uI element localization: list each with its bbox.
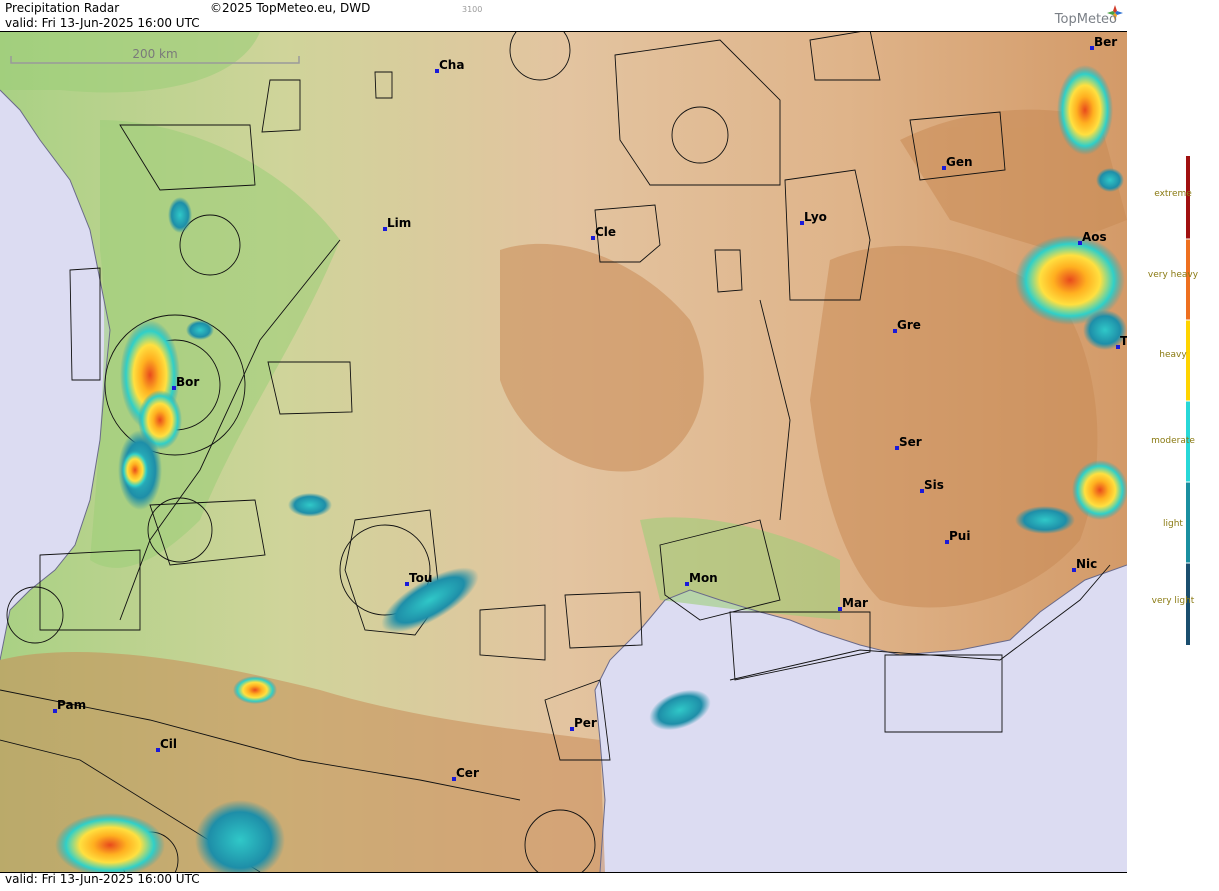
city-marker-lim[interactable]: Lim [383, 216, 411, 231]
city-marker-pui[interactable]: Pui [945, 529, 970, 544]
map-header: Precipitation Radar ©2025 TopMeteo.eu, D… [0, 0, 1127, 32]
city-marker-gen[interactable]: Gen [942, 155, 973, 170]
city-marker-pam[interactable]: Pam [53, 698, 86, 713]
map-footer: valid: Fri 13-Jun-2025 16:00 UTC [0, 872, 1127, 886]
city-label-bor: Bor [176, 375, 199, 389]
city-label-cil: Cil [160, 737, 177, 751]
legend-label-very-heavy: very heavy [1147, 270, 1199, 280]
city-label-pam: Pam [57, 698, 86, 712]
city-label-mon: Mon [689, 571, 718, 585]
city-marker-ser[interactable]: Ser [895, 435, 922, 450]
city-label-mar: Mar [842, 596, 868, 610]
legend-swatch-heavy [1186, 320, 1190, 401]
legend-label-light: light [1163, 519, 1183, 529]
map-title: Precipitation Radar [5, 1, 120, 15]
city-marker-sis[interactable]: Sis [920, 478, 944, 493]
city-label-lim: Lim [387, 216, 411, 230]
city-label-tur: T [1120, 334, 1127, 348]
city-label-ber: Ber [1094, 35, 1117, 49]
city-label-nic: Nic [1076, 557, 1097, 571]
city-label-cle: Cle [595, 225, 616, 239]
radar-map[interactable]: 200 km Cha Ber Gen Lim Cle Lyo Aos Gre B… [0, 32, 1127, 872]
city-label-gre: Gre [897, 318, 921, 332]
city-label-sis: Sis [924, 478, 944, 492]
city-label-gen: Gen [946, 155, 973, 169]
city-label-aos: Aos [1082, 230, 1107, 244]
city-marker-cle[interactable]: Cle [591, 225, 616, 240]
city-marker-cer[interactable]: Cer [452, 766, 479, 781]
city-marker-bor[interactable]: Bor [172, 375, 199, 390]
city-marker-per[interactable]: Per [570, 716, 597, 731]
city-label-ser: Ser [899, 435, 922, 449]
city-marker-ber[interactable]: Ber [1090, 35, 1117, 50]
map-canvas: 200 km Cha Ber Gen Lim Cle Lyo Aos Gre B… [0, 32, 1127, 872]
city-marker-gre[interactable]: Gre [893, 318, 921, 333]
city-marker-mon[interactable]: Mon [685, 571, 718, 586]
product-code: 3100 [462, 5, 483, 14]
city-label-lyo: Lyo [804, 210, 827, 224]
scale-bar-label: 200 km [132, 47, 177, 61]
legend-label-very-light: very light [1151, 596, 1195, 606]
city-marker-nic[interactable]: Nic [1072, 557, 1097, 572]
precipitation-legend: extreme very heavy heavy moderate light … [1128, 0, 1219, 887]
copyright-text: ©2025 TopMeteo.eu, DWD [210, 1, 371, 15]
valid-time-bottom: valid: Fri 13-Jun-2025 16:00 UTC [5, 872, 200, 886]
logo-text: TopMeteo [1054, 12, 1117, 27]
city-marker-cil[interactable]: Cil [156, 737, 177, 752]
city-marker-tou[interactable]: Tou [405, 571, 432, 586]
legend-label-heavy: heavy [1159, 350, 1187, 360]
city-label-cer: Cer [456, 766, 479, 780]
city-marker-aos[interactable]: Aos [1078, 230, 1107, 245]
city-label-per: Per [574, 716, 597, 730]
city-marker-mar[interactable]: Mar [838, 596, 868, 611]
city-label-cha: Cha [439, 58, 464, 72]
city-marker-lyo[interactable]: Lyo [800, 210, 827, 225]
legend-label-moderate: moderate [1151, 436, 1195, 446]
legend-label-extreme: extreme [1154, 189, 1192, 199]
city-marker-cha[interactable]: Cha [435, 58, 464, 73]
city-label-tou: Tou [409, 571, 432, 585]
valid-time-top: valid: Fri 13-Jun-2025 16:00 UTC [5, 16, 200, 30]
city-label-pui: Pui [949, 529, 970, 543]
